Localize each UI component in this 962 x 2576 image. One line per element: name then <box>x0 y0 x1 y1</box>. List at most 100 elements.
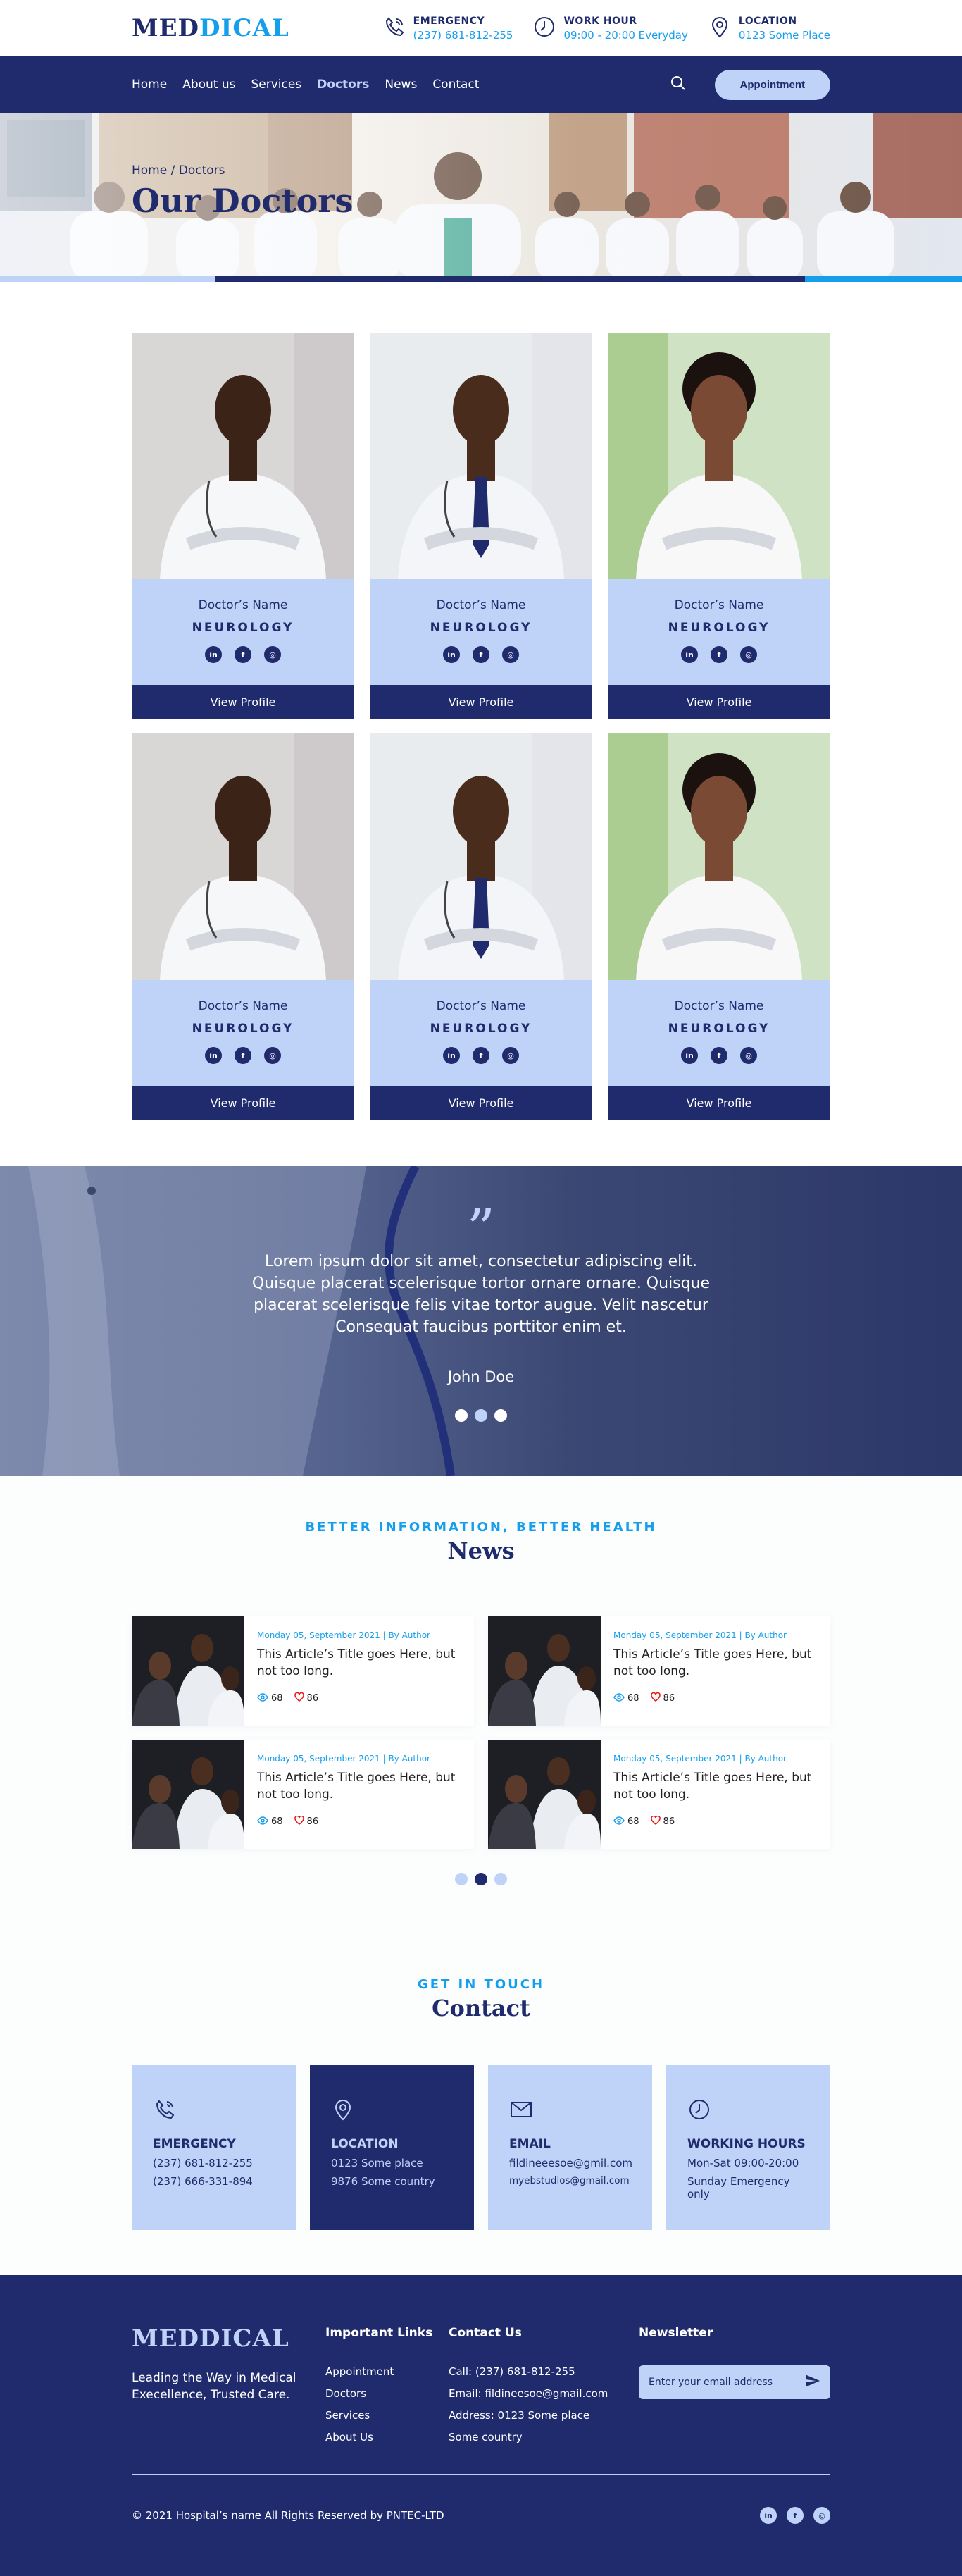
views-count: 68 <box>613 1692 639 1704</box>
doctor-name: Doctor’s Name <box>436 999 526 1013</box>
article-title[interactable]: This Article’s Title goes Here, but not … <box>613 1769 818 1803</box>
doctor-card: Doctor’s Name NEUROLOGY in f ◎ View Prof… <box>370 733 592 1120</box>
footer-link-about-us[interactable]: About Us <box>325 2431 449 2444</box>
doctor-name: Doctor’s Name <box>198 999 288 1013</box>
linkedin-icon[interactable]: in <box>681 646 698 663</box>
view-profile-button[interactable]: View Profile <box>370 1086 592 1120</box>
linkedin-icon[interactable]: in <box>443 646 460 663</box>
instagram-icon[interactable]: ◎ <box>502 1047 519 1064</box>
view-profile-button[interactable]: View Profile <box>608 685 830 719</box>
view-profile-button[interactable]: View Profile <box>132 1086 354 1120</box>
article-meta: Monday 05, September 2021 | By Author <box>257 1630 430 1640</box>
linkedin-icon[interactable]: in <box>205 1047 222 1064</box>
send-icon[interactable] <box>805 2373 820 2391</box>
eye-icon <box>613 1692 625 1704</box>
doctor-specialty: NEUROLOGY <box>430 1022 532 1036</box>
heart-icon <box>650 1815 661 1828</box>
breadcrumb[interactable]: Home / Doctors <box>132 163 830 178</box>
facebook-icon[interactable]: f <box>787 2507 804 2524</box>
newsletter-email-input[interactable] <box>649 2377 789 2388</box>
emergency-info: EMERGENCY (237) 681-812-255 <box>382 15 513 42</box>
brand-logo[interactable]: MEDDICAL <box>132 14 289 42</box>
phone-icon <box>382 15 406 42</box>
pagination-dot[interactable] <box>475 1873 487 1885</box>
doctor-specialty: NEUROLOGY <box>192 621 294 635</box>
article-title[interactable]: This Article’s Title goes Here, but not … <box>257 1769 461 1803</box>
likes-count[interactable]: 86 <box>294 1815 318 1828</box>
article-title[interactable]: This Article’s Title goes Here, but not … <box>257 1646 461 1680</box>
facebook-icon[interactable]: f <box>711 646 727 663</box>
footer-address: Address: 0123 Some place <box>449 2409 590 2422</box>
instagram-icon[interactable]: ◎ <box>264 646 281 663</box>
linkedin-icon[interactable]: in <box>443 1047 460 1064</box>
nav-services[interactable]: Services <box>251 78 302 92</box>
pagination-dot[interactable] <box>494 1873 507 1885</box>
footer-link-services[interactable]: Services <box>325 2409 449 2422</box>
doctor-card: Doctor’s Name NEUROLOGY in f ◎ View Prof… <box>132 733 354 1120</box>
doctor-specialty: NEUROLOGY <box>430 621 532 635</box>
footer-email: Email: fildineesoe@gmail.com <box>449 2387 608 2400</box>
view-profile-button[interactable]: View Profile <box>608 1086 830 1120</box>
footer-link-doctors[interactable]: Doctors <box>325 2387 449 2400</box>
contact-card-email: EMAIL fildineeesoe@gmil.com myebstudios@… <box>488 2065 652 2230</box>
top-bar: MEDDICAL EMERGENCY (237) 681-812-255 WORK… <box>0 0 962 56</box>
footer-logo[interactable]: MEDDICAL <box>132 2324 325 2353</box>
pagination-dot[interactable] <box>455 1873 468 1885</box>
location-pin-icon <box>331 2100 355 2124</box>
nav-contact[interactable]: Contact <box>432 78 479 92</box>
views-count: 68 <box>257 1692 283 1704</box>
facebook-icon[interactable]: f <box>473 646 489 663</box>
section-title: News <box>447 1537 515 1564</box>
likes-count[interactable]: 86 <box>650 1815 675 1828</box>
footer-link-appointment[interactable]: Appointment <box>325 2365 449 2378</box>
article-meta: Monday 05, September 2021 | By Author <box>613 1754 787 1764</box>
appointment-button[interactable]: Appointment <box>714 69 830 100</box>
linkedin-icon[interactable]: in <box>760 2507 777 2524</box>
facebook-icon[interactable]: f <box>235 1047 251 1064</box>
news-article[interactable]: Monday 05, September 2021 | By Author Th… <box>132 1740 474 1849</box>
search-icon[interactable] <box>670 75 687 94</box>
facebook-icon[interactable]: f <box>711 1047 727 1064</box>
contact-card-emergency: EMERGENCY (237) 681-812-255 (237) 666-33… <box>132 2065 296 2230</box>
facebook-icon[interactable]: f <box>473 1047 489 1064</box>
view-profile-button[interactable]: View Profile <box>370 685 592 719</box>
work-hour-info: WORK HOUR 09:00 - 20:00 Everyday <box>532 15 688 42</box>
instagram-icon[interactable]: ◎ <box>740 646 757 663</box>
hero-accent-bar <box>0 276 962 282</box>
news-article[interactable]: Monday 05, September 2021 | By Author Th… <box>132 1616 474 1726</box>
news-article[interactable]: Monday 05, September 2021 | By Author Th… <box>488 1616 830 1726</box>
views-count: 68 <box>257 1816 283 1828</box>
clock-icon <box>687 2100 711 2124</box>
facebook-icon[interactable]: f <box>235 646 251 663</box>
testimonial-text: Lorem ipsum dolor sit amet, consectetur … <box>251 1253 711 1336</box>
doctor-photo <box>370 333 592 579</box>
nav-home[interactable]: Home <box>132 78 167 92</box>
likes-count[interactable]: 86 <box>650 1692 675 1704</box>
nav-news[interactable]: News <box>385 78 417 92</box>
heart-icon <box>294 1815 304 1828</box>
likes-count[interactable]: 86 <box>294 1692 318 1704</box>
nav-doctors[interactable]: Doctors <box>317 78 369 92</box>
view-profile-button[interactable]: View Profile <box>132 685 354 719</box>
pagination-dot[interactable] <box>455 1409 468 1422</box>
pagination-dot[interactable] <box>475 1409 487 1422</box>
nav-about-us[interactable]: About us <box>182 78 235 92</box>
news-article[interactable]: Monday 05, September 2021 | By Author Th… <box>488 1740 830 1849</box>
page-title: Our Doctors <box>132 182 354 220</box>
news-pagination <box>132 1873 830 1885</box>
doctor-photo <box>132 733 354 980</box>
instagram-icon[interactable]: ◎ <box>740 1047 757 1064</box>
article-image <box>488 1616 601 1726</box>
instagram-icon[interactable]: ◎ <box>502 646 519 663</box>
linkedin-icon[interactable]: in <box>205 646 222 663</box>
doctor-photo <box>132 333 354 579</box>
instagram-icon[interactable]: ◎ <box>264 1047 281 1064</box>
instagram-icon[interactable]: ◎ <box>813 2507 830 2524</box>
doctor-specialty: NEUROLOGY <box>668 1022 770 1036</box>
article-title[interactable]: This Article’s Title goes Here, but not … <box>613 1646 818 1680</box>
doctor-photo <box>608 733 830 980</box>
pagination-dot[interactable] <box>494 1409 507 1422</box>
linkedin-icon[interactable]: in <box>681 1047 698 1064</box>
contact-card-working-hours: WORKING HOURS Mon-Sat 09:00-20:00 Sunday… <box>666 2065 830 2230</box>
doctor-card: Doctor’s Name NEUROLOGY in f ◎ View Prof… <box>132 333 354 719</box>
